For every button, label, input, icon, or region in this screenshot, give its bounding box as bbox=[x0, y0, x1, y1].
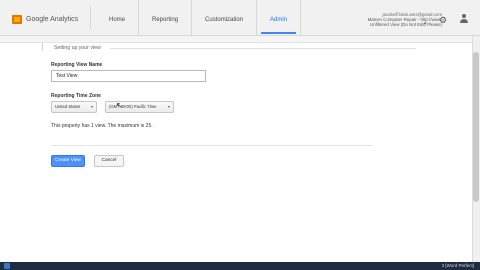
section-title: Setting up your view bbox=[54, 45, 101, 51]
country-select[interactable]: United States ▾ bbox=[51, 101, 97, 113]
tab-home[interactable]: Home bbox=[96, 0, 140, 36]
section-left-rule bbox=[42, 43, 43, 51]
account-selector[interactable]: jacoboff.lobsi.amz@gmail.com Matcen Comp… bbox=[342, 12, 442, 28]
view-name-label: Reporting View Name bbox=[51, 62, 103, 68]
chevron-down-icon: ▾ bbox=[167, 104, 170, 109]
gear-icon[interactable]: ⚙ bbox=[439, 15, 447, 26]
form-divider bbox=[51, 145, 373, 146]
account-view: Unfiltered View (Do Not Edit, Please) bbox=[370, 22, 442, 28]
create-view-button[interactable]: Create View bbox=[51, 155, 85, 167]
mouse-cursor-icon: ↖ bbox=[116, 101, 123, 110]
analytics-logo-icon bbox=[12, 15, 22, 24]
country-select-value: United States bbox=[55, 104, 81, 109]
person-icon[interactable] bbox=[460, 14, 468, 23]
logo-text: Google Analytics bbox=[26, 16, 79, 23]
os-taskbar: 3 [Word Perfect] bbox=[0, 262, 480, 270]
chevron-down-icon[interactable]: ▾ bbox=[424, 21, 427, 27]
logo-divider bbox=[90, 6, 91, 30]
scrollbar-thumb[interactable] bbox=[473, 52, 479, 202]
start-icon[interactable] bbox=[4, 263, 10, 269]
cancel-button[interactable]: Cancel bbox=[94, 155, 124, 167]
admin-subbar bbox=[0, 36, 472, 43]
time-zone-label: Reporting Time Zone bbox=[51, 93, 101, 99]
taskbar-item[interactable]: 3 [Word Perfect] bbox=[442, 263, 474, 268]
tab-admin[interactable]: Admin bbox=[257, 0, 302, 36]
view-count-note: This property has 1 view. The maximum is… bbox=[51, 123, 153, 129]
main-nav: Home Reporting Customization Admin bbox=[96, 0, 302, 36]
view-name-input[interactable]: Test View bbox=[51, 70, 206, 82]
chevron-down-icon: ▾ bbox=[90, 104, 93, 109]
analytics-logo[interactable]: Google Analytics bbox=[12, 15, 78, 24]
section-divider bbox=[110, 48, 416, 49]
tab-reporting[interactable]: Reporting bbox=[139, 0, 193, 36]
tab-customization[interactable]: Customization bbox=[192, 0, 258, 36]
top-navigation-bar: Google Analytics Home Reporting Customiz… bbox=[0, 0, 480, 36]
